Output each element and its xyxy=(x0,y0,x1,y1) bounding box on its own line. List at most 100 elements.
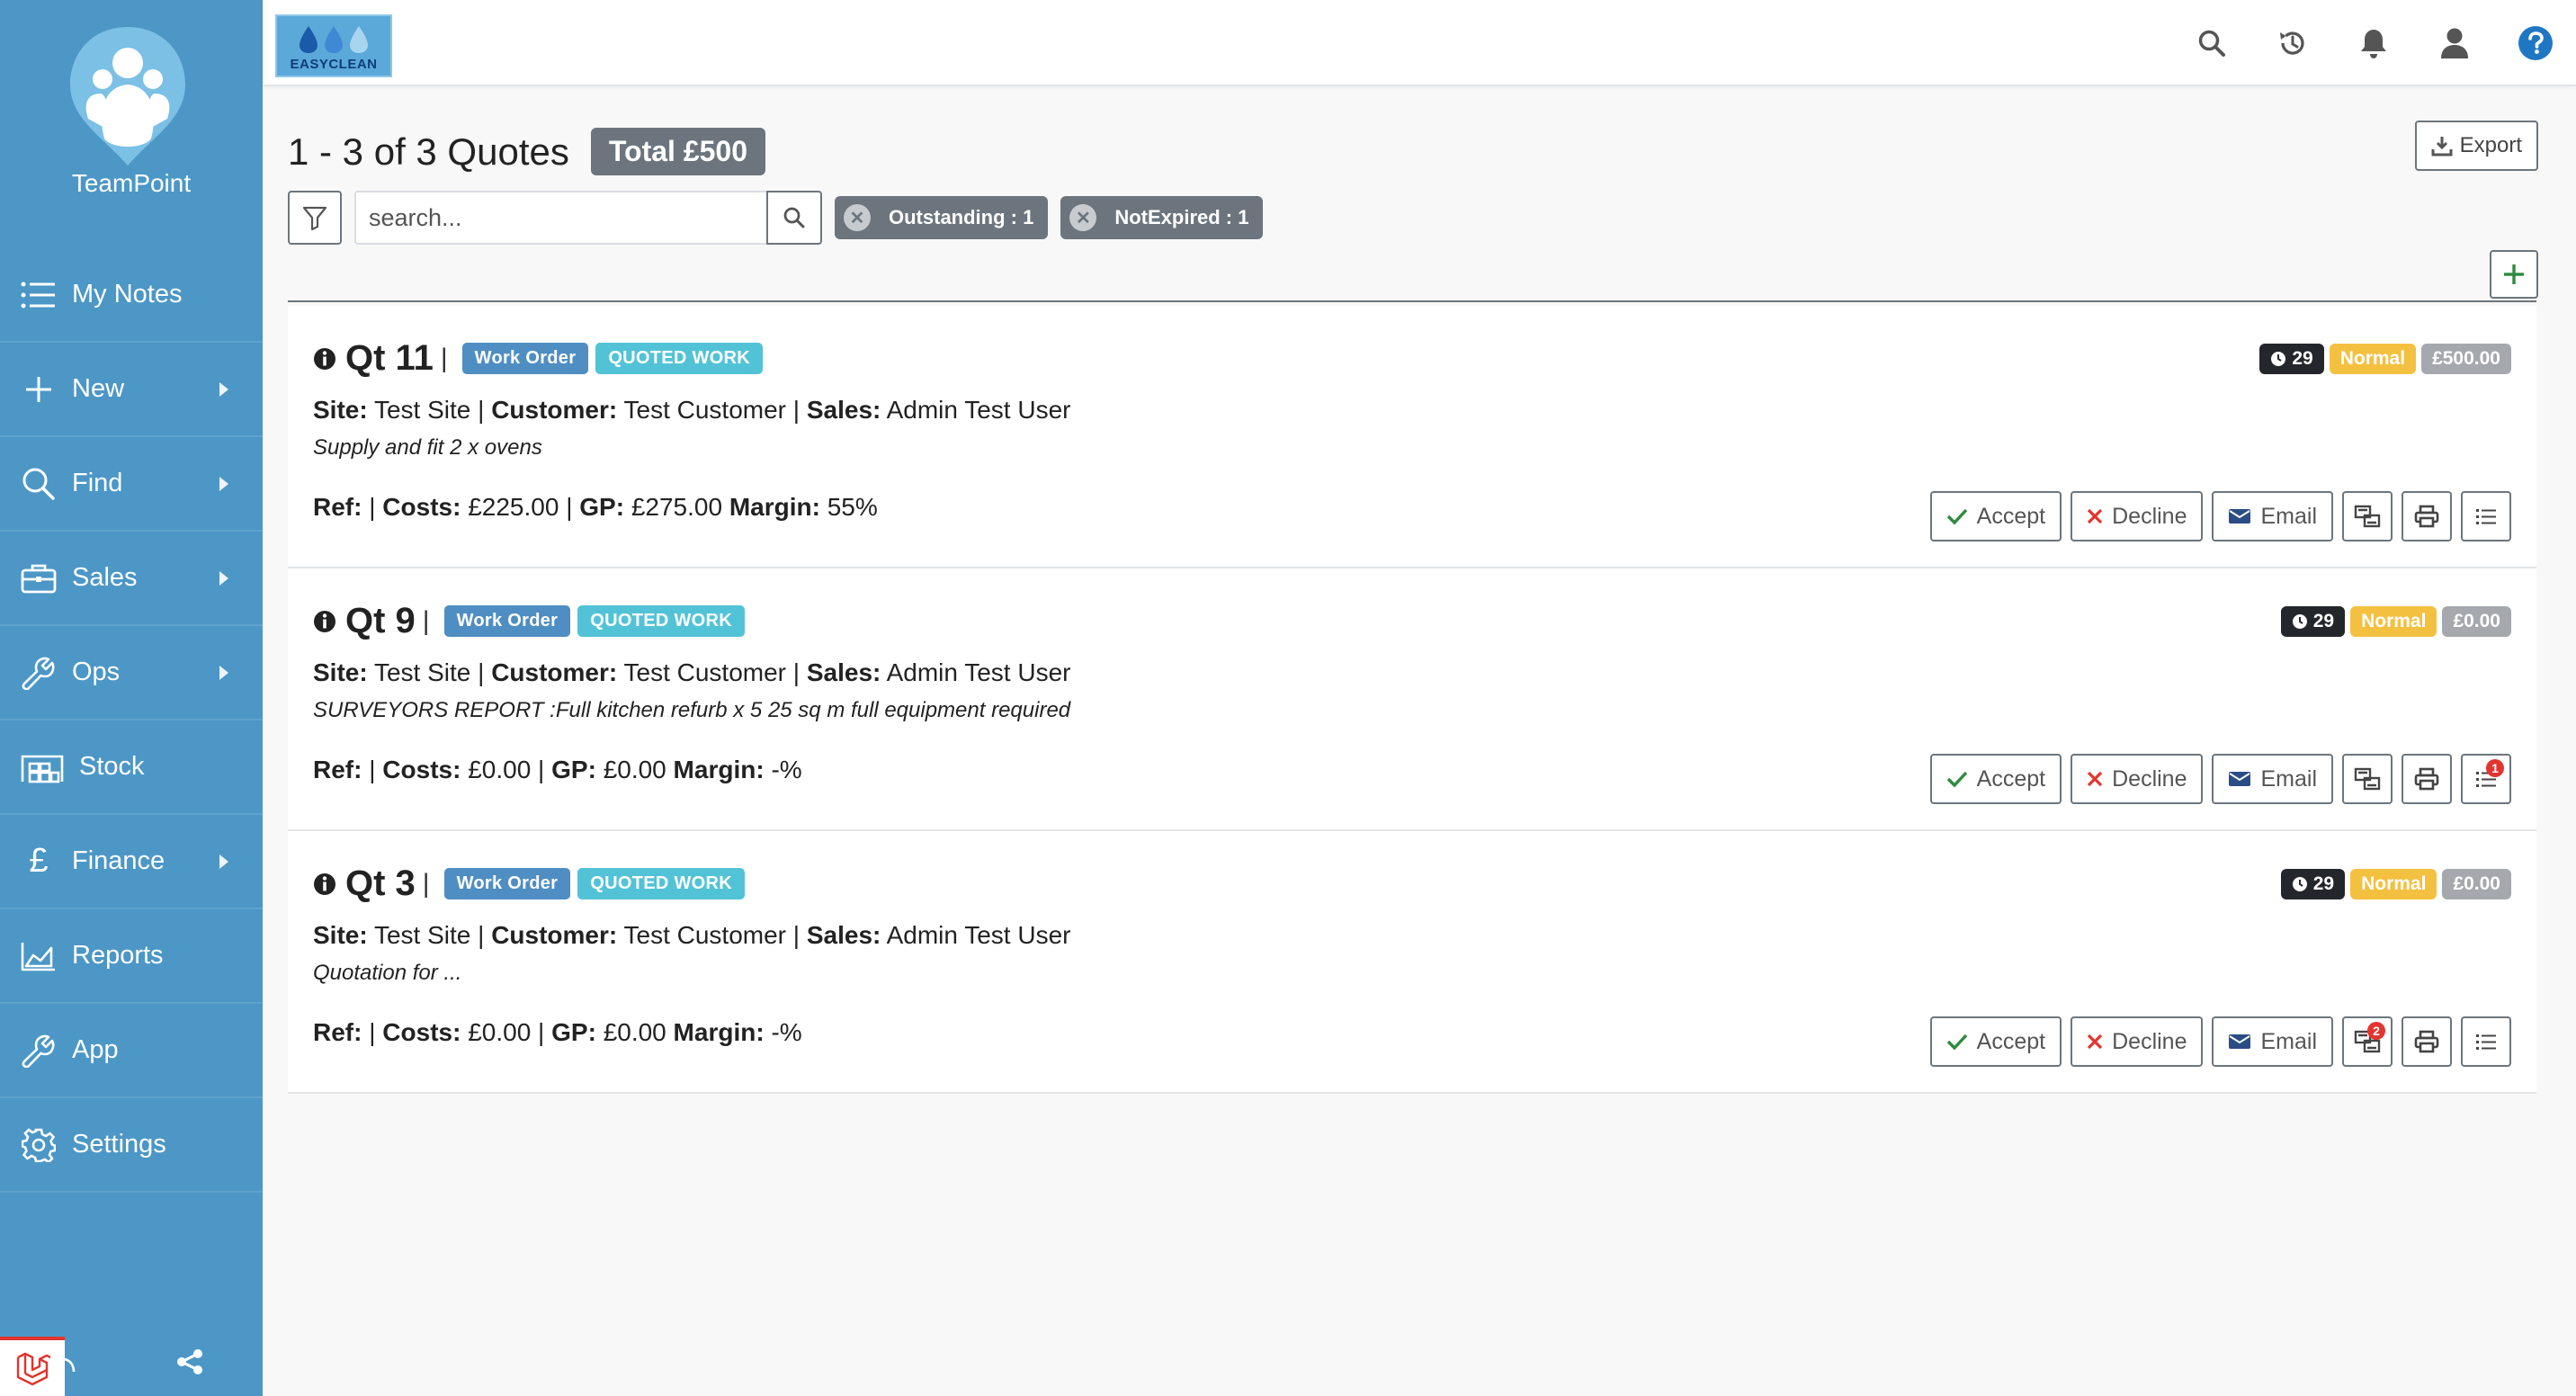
gp-value: £0.00 xyxy=(603,756,666,783)
export-button[interactable]: Export xyxy=(2414,121,2538,171)
sidebar-item-new[interactable]: New xyxy=(0,343,263,437)
laravel-icon[interactable] xyxy=(0,1337,65,1396)
add-quote-button[interactable] xyxy=(2490,250,2538,299)
close-icon[interactable]: ✕ xyxy=(1069,204,1097,231)
search-icon xyxy=(783,207,805,228)
quote-actions: Accept Decline Email 2 xyxy=(1929,1016,2511,1067)
sidebar-item-sales[interactable]: Sales xyxy=(0,532,263,626)
check-icon xyxy=(1946,771,1967,788)
decline-button[interactable]: Decline xyxy=(2071,754,2204,804)
info-icon[interactable] xyxy=(313,610,336,633)
gp-value: £275.00 xyxy=(631,493,723,521)
costs-value: £225.00 xyxy=(468,493,559,521)
transfer-button[interactable]: 2 xyxy=(2342,1016,2393,1067)
close-icon[interactable]: ✕ xyxy=(844,204,871,231)
email-button[interactable]: Email xyxy=(2212,754,2333,804)
briefcase-icon xyxy=(20,559,58,597)
quote-header: Qt 11 | Work Order QUOTED WORK xyxy=(313,338,764,379)
title-row: 1 - 3 of 3 Quotes Total £500 xyxy=(288,128,765,175)
list-icon xyxy=(20,276,58,314)
print-button[interactable] xyxy=(2402,491,2452,541)
brand-name: TeamPoint xyxy=(71,169,192,197)
share-icon[interactable] xyxy=(176,1348,203,1380)
search-input[interactable] xyxy=(354,191,766,245)
quote-financials: Ref: | Costs: £0.00 | GP: £0.00 Margin: … xyxy=(313,756,802,783)
accept-button[interactable]: Accept xyxy=(1929,491,2062,541)
wrench-icon xyxy=(20,1032,58,1069)
email-button[interactable]: Email xyxy=(2212,1016,2333,1067)
notification-count-badge: 2 xyxy=(2367,1022,2385,1040)
details-list-button[interactable]: 1 xyxy=(2461,754,2511,804)
brand[interactable]: TeamPoint xyxy=(0,0,263,248)
transfer-button[interactable] xyxy=(2342,754,2393,804)
sidebar-item-settings[interactable]: Settings xyxy=(0,1098,263,1193)
print-button[interactable] xyxy=(2402,754,2452,804)
sidebar-item-reports[interactable]: Reports xyxy=(0,909,263,1004)
accept-button[interactable]: Accept xyxy=(1929,754,2062,804)
decline-button[interactable]: Decline xyxy=(2071,491,2204,541)
filter-chip-outstanding[interactable]: ✕ Outstanding : 1 xyxy=(835,196,1049,239)
info-icon[interactable] xyxy=(313,872,336,896)
details-list-button[interactable] xyxy=(2461,491,2511,541)
quote-financials: Ref: | Costs: £225.00 | GP: £275.00 Marg… xyxy=(313,493,878,521)
decline-button[interactable]: Decline xyxy=(2071,1016,2204,1067)
help-icon[interactable] xyxy=(2495,0,2576,86)
filter-chip-label: NotExpired : 1 xyxy=(1114,206,1249,228)
top-icons xyxy=(2171,0,2576,86)
quote-description: SURVEYORS REPORT :Full kitchen refurb x … xyxy=(313,698,1071,722)
rss-icon[interactable] xyxy=(61,1356,76,1380)
days-badge: 29 xyxy=(2259,344,2324,374)
quote-header: Qt 9 | Work Order QUOTED WORK xyxy=(313,601,745,641)
sales-value: Admin Test User xyxy=(886,921,1071,949)
history-icon[interactable] xyxy=(2252,0,2333,86)
sidebar-footer xyxy=(0,1337,263,1396)
quote-number[interactable]: Qt 9 xyxy=(345,601,416,641)
clock-icon xyxy=(2292,614,2307,629)
export-label: Export xyxy=(2459,133,2522,157)
chevron-right-icon xyxy=(219,476,228,491)
search-icon[interactable] xyxy=(2171,0,2252,86)
search-button[interactable] xyxy=(766,191,822,245)
sidebar-item-label: Sales xyxy=(72,563,138,592)
quote-row[interactable]: Qt 11 | Work Order QUOTED WORK Site: Tes… xyxy=(288,306,2536,568)
filter-button[interactable] xyxy=(288,191,342,245)
quote-details: Site: Test Site | Customer: Test Custome… xyxy=(313,658,1071,686)
amount-badge: £0.00 xyxy=(2442,869,2511,899)
truck-transfer-icon xyxy=(2354,767,2381,791)
filter-chip-notexpired[interactable]: ✕ NotExpired : 1 xyxy=(1060,196,1264,239)
check-icon xyxy=(1946,1034,1967,1051)
wrench-icon xyxy=(20,654,58,692)
details-list-button[interactable] xyxy=(2461,1016,2511,1067)
truck-transfer-icon xyxy=(2354,505,2381,528)
bell-icon[interactable] xyxy=(2333,0,2414,86)
quote-number[interactable]: Qt 11 xyxy=(345,338,434,379)
printer-icon xyxy=(2414,505,2439,528)
quote-number[interactable]: Qt 3 xyxy=(345,864,416,904)
sidebar-item-my-notes[interactable]: My Notes xyxy=(0,248,263,343)
sidebar-item-finance[interactable]: £ Finance xyxy=(0,815,263,909)
company-logo[interactable]: EASYCLEAN xyxy=(275,14,392,77)
print-button[interactable] xyxy=(2402,1016,2452,1067)
quote-header: Qt 3 | Work Order QUOTED WORK xyxy=(313,864,745,904)
filter-icon xyxy=(302,206,327,230)
total-badge: Total £500 xyxy=(590,128,765,175)
info-icon[interactable] xyxy=(313,347,336,371)
quote-details: Site: Test Site | Customer: Test Custome… xyxy=(313,921,1071,949)
sidebar-item-label: App xyxy=(72,1035,119,1064)
accept-button[interactable]: Accept xyxy=(1929,1016,2062,1067)
sidebar-item-find[interactable]: Find xyxy=(0,437,263,532)
sales-value: Admin Test User xyxy=(886,396,1071,424)
filter-row: ✕ Outstanding : 1 ✕ NotExpired : 1 xyxy=(288,191,1264,245)
close-icon xyxy=(2087,508,2103,524)
sidebar-item-ops[interactable]: Ops xyxy=(0,626,263,720)
sidebar-nav: My Notes New Find Sales Ops Stock £ Fina… xyxy=(0,248,263,1193)
sidebar-item-app[interactable]: App xyxy=(0,1004,263,1098)
email-button[interactable]: Email xyxy=(2212,491,2333,541)
sidebar-item-stock[interactable]: Stock xyxy=(0,720,263,815)
transfer-button[interactable] xyxy=(2342,491,2393,541)
quote-row[interactable]: Qt 9 | Work Order QUOTED WORK Site: Test… xyxy=(288,568,2536,831)
quote-row[interactable]: Qt 3 | Work Order QUOTED WORK Site: Test… xyxy=(288,831,2536,1094)
sidebar-item-label: My Notes xyxy=(72,280,183,309)
user-icon[interactable] xyxy=(2414,0,2495,86)
clock-icon xyxy=(2292,877,2307,891)
